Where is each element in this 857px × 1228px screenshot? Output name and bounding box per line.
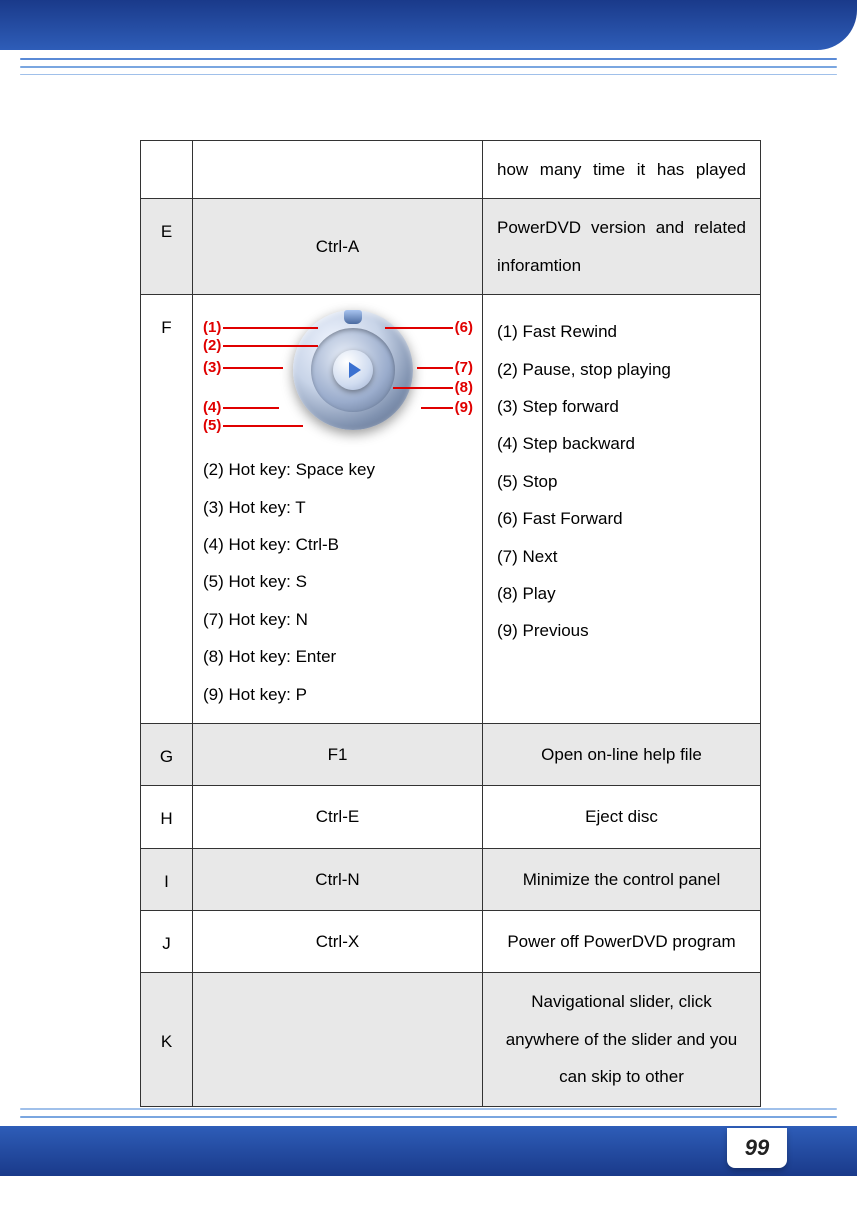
hotkey-list: (2) Hot key: Space key (3) Hot key: T (4… (203, 451, 472, 713)
row-desc: PowerDVD version and related inforamtion (483, 199, 761, 295)
callout-5: (5) (203, 409, 305, 442)
row-desc: how many time it has played (483, 141, 761, 199)
row-key: Ctrl-A (193, 199, 483, 295)
table-row: G F1 Open on-line help file (141, 723, 761, 785)
hotkey-item: (7) Hot key: N (203, 601, 472, 638)
function-item: (3) Step forward (497, 388, 750, 425)
callout-9: (9) (419, 391, 473, 424)
function-item: (9) Previous (497, 612, 750, 649)
row-key: Ctrl-N (193, 848, 483, 910)
row-desc: Eject disc (483, 786, 761, 848)
function-item: (8) Play (497, 575, 750, 612)
header-decorative-band (0, 0, 857, 130)
play-icon (333, 350, 373, 390)
function-item: (1) Fast Rewind (497, 313, 750, 350)
row-label: E (141, 199, 193, 295)
main-content: how many time it has played E Ctrl-A Pow… (140, 140, 760, 1107)
table-row: I Ctrl-N Minimize the control panel (141, 848, 761, 910)
row-key: Ctrl-E (193, 786, 483, 848)
shortcuts-table: how many time it has played E Ctrl-A Pow… (140, 140, 761, 1107)
table-row: H Ctrl-E Eject disc (141, 786, 761, 848)
function-list-cell: (1) Fast Rewind (2) Pause, stop playing … (483, 295, 761, 724)
table-row: J Ctrl-X Power off PowerDVD program (141, 911, 761, 973)
function-item: (5) Stop (497, 463, 750, 500)
hotkey-item: (3) Hot key: T (203, 489, 472, 526)
function-item: (4) Step backward (497, 425, 750, 462)
row-desc: Open on-line help file (483, 723, 761, 785)
table-row: how many time it has played (141, 141, 761, 199)
row-desc: Navigational slider, click anywhere of t… (483, 973, 761, 1106)
control-wheel-cell: (1) (2) (3) (4) (5) (6) (7) (8) (9) (2) … (193, 295, 483, 724)
row-desc: Power off PowerDVD program (483, 911, 761, 973)
hotkey-item: (4) Hot key: Ctrl-B (203, 526, 472, 563)
table-row-f: F (1) (2) (3) (4) (5) (6) (7) (141, 295, 761, 724)
hotkey-item: (8) Hot key: Enter (203, 638, 472, 675)
row-label: G (141, 723, 193, 785)
page-number: 99 (727, 1128, 787, 1168)
footer-decorative-band: 99 (0, 1108, 857, 1228)
function-item: (7) Next (497, 538, 750, 575)
row-key (193, 973, 483, 1106)
row-label: K (141, 973, 193, 1106)
callout-3: (3) (203, 351, 285, 384)
row-label (141, 141, 193, 199)
row-key (193, 141, 483, 199)
row-desc: Minimize the control panel (483, 848, 761, 910)
function-item: (2) Pause, stop playing (497, 351, 750, 388)
callout-6: (6) (383, 311, 473, 344)
control-wheel-diagram: (1) (2) (3) (4) (5) (6) (7) (8) (9) (203, 305, 473, 445)
row-label: H (141, 786, 193, 848)
hotkey-item: (9) Hot key: P (203, 676, 472, 713)
row-key: Ctrl-X (193, 911, 483, 973)
row-label: I (141, 848, 193, 910)
row-label: J (141, 911, 193, 973)
hotkey-item: (5) Hot key: S (203, 563, 472, 600)
hotkey-item: (2) Hot key: Space key (203, 451, 472, 488)
function-item: (6) Fast Forward (497, 500, 750, 537)
table-row: E Ctrl-A PowerDVD version and related in… (141, 199, 761, 295)
row-label: F (141, 295, 193, 724)
row-key: F1 (193, 723, 483, 785)
table-row: K Navigational slider, click anywhere of… (141, 973, 761, 1106)
